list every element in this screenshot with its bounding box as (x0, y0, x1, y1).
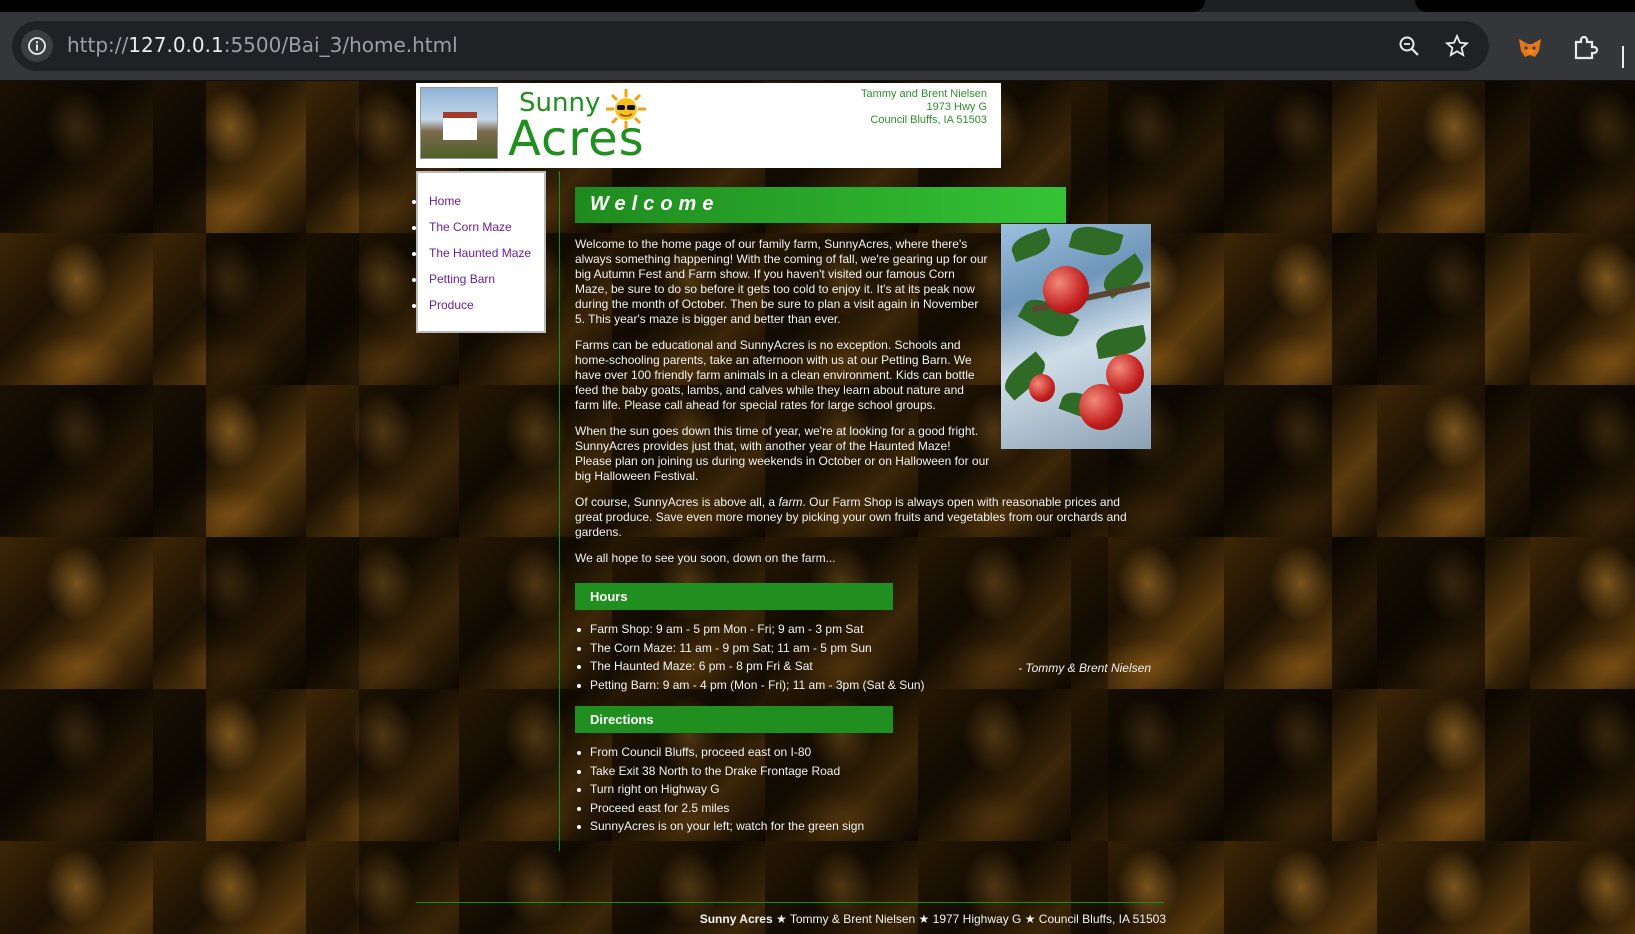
nav-link-produce[interactable]: Produce (411, 298, 531, 324)
metamask-extension-icon[interactable] (1515, 33, 1545, 63)
site-footer: Sunny Acres ★ Tommy & Brent Nielsen ★ 19… (700, 912, 1166, 926)
url-scheme: http:// (67, 33, 129, 57)
sidebar-nav: Home The Corn Maze The Haunted Maze Pett… (411, 171, 546, 333)
directions-list: From Council Bluffs, proceed east on I-8… (576, 745, 864, 838)
bg-tile (0, 385, 206, 537)
page-viewport: Sunny Acres Tammy and Brent Nielsen 1973… (0, 81, 1635, 934)
address-bar[interactable]: http://127.0.0.1:5500/Bai_3/home.html (12, 21, 1489, 71)
welcome-paragraph-3: When the sun goes down this time of year… (575, 424, 990, 483)
directions-title: Directions (590, 712, 654, 727)
bg-tile (1485, 689, 1635, 841)
hours-item: The Corn Maze: 11 am - 9 pm Sat; 11 am -… (577, 641, 925, 660)
browser-toolbar: http://127.0.0.1:5500/Bai_3/home.html (0, 12, 1635, 81)
welcome-paragraph-1: Welcome to the home page of our family f… (575, 237, 988, 326)
header-address: Tammy and Brent Nielsen 1973 Hwy G Counc… (861, 88, 987, 127)
zoom-icon[interactable] (1397, 34, 1421, 58)
bg-tile (0, 689, 206, 841)
url-host: 127.0.0.1 (128, 33, 224, 57)
toolbar-divider (1622, 46, 1624, 68)
hours-item: Petting Barn: 9 am - 4 pm (Mon - Fri); 1… (577, 678, 925, 697)
nav-link-haunted-maze[interactable]: The Haunted Maze (411, 246, 531, 272)
welcome-paragraph-4-start: Of course, SunnyAcres is above all, a (575, 495, 779, 509)
bg-tile (0, 81, 206, 233)
nav-link-petting-barn[interactable]: Petting Barn (411, 272, 531, 298)
hours-item: The Haunted Maze: 6 pm - 8 pm Fri & Sat (577, 659, 925, 678)
url-path: :5500/Bai_3/home.html (223, 33, 458, 57)
extensions-puzzle-icon[interactable] (1570, 33, 1600, 63)
footer-text: ★ Tommy & Brent Nielsen ★ 1977 Highway G… (772, 912, 1166, 926)
footer-brand: Sunny Acres (699, 912, 773, 926)
content-divider (559, 171, 560, 851)
welcome-paragraph-4-emphasis: farm (778, 495, 803, 509)
bg-tile (1332, 233, 1485, 385)
tab-strip-right (1415, 0, 1635, 12)
welcome-content: Welcome to the home page of our family f… (575, 237, 1151, 675)
welcome-title: Welcome (590, 193, 720, 215)
site-info-icon[interactable] (21, 30, 53, 62)
nav-link-home[interactable]: Home (411, 194, 531, 220)
directions-item: SunnyAcres is on your left; watch for th… (576, 819, 864, 838)
nav-link-corn-maze[interactable]: The Corn Maze (411, 220, 531, 246)
header-address-city: Council Bluffs, IA 51503 (870, 114, 987, 126)
tab-strip (0, 0, 1635, 12)
bg-tile (206, 233, 359, 385)
site-header: Sunny Acres Tammy and Brent Nielsen 1973… (416, 83, 1001, 168)
farm-photo (420, 87, 498, 159)
directions-item: From Council Bluffs, proceed east on I-8… (576, 745, 864, 764)
bg-tile (206, 537, 359, 689)
hours-item: Farm Shop: 9 am - 5 pm Mon - Fri; 9 am -… (577, 622, 925, 641)
sun-logo-icon (606, 89, 646, 129)
bg-tile (1485, 81, 1635, 233)
url-text[interactable]: http://127.0.0.1:5500/Bai_3/home.html (67, 33, 458, 57)
welcome-paragraph-5: We all hope to see you soon, down on the… (575, 551, 836, 565)
welcome-paragraph-4: Of course, SunnyAcres is above all, a fa… (575, 495, 1150, 540)
bg-tile (1108, 81, 1332, 233)
bg-tile (1485, 385, 1635, 537)
footer-divider (416, 902, 1164, 903)
header-address-names: Tammy and Brent Nielsen (861, 88, 987, 100)
welcome-paragraph-2: Farms can be educational and SunnyAcres … (575, 338, 975, 412)
directions-heading: Directions (575, 706, 893, 733)
welcome-heading: Welcome (575, 187, 1066, 223)
hours-heading: Hours (575, 583, 893, 610)
directions-item: Take Exit 38 North to the Drake Frontage… (576, 764, 864, 783)
hours-list: Farm Shop: 9 am - 5 pm Mon - Fri; 9 am -… (577, 622, 925, 697)
hours-title: Hours (590, 589, 628, 604)
tab-strip-left (0, 0, 1205, 12)
bookmark-star-icon[interactable] (1444, 33, 1470, 58)
header-address-street: 1973 Hwy G (926, 101, 987, 113)
bg-tile (1332, 537, 1485, 689)
directions-item: Proceed east for 2.5 miles (576, 801, 864, 820)
directions-item: Turn right on Highway G (576, 782, 864, 801)
bg-tile (1108, 689, 1332, 841)
